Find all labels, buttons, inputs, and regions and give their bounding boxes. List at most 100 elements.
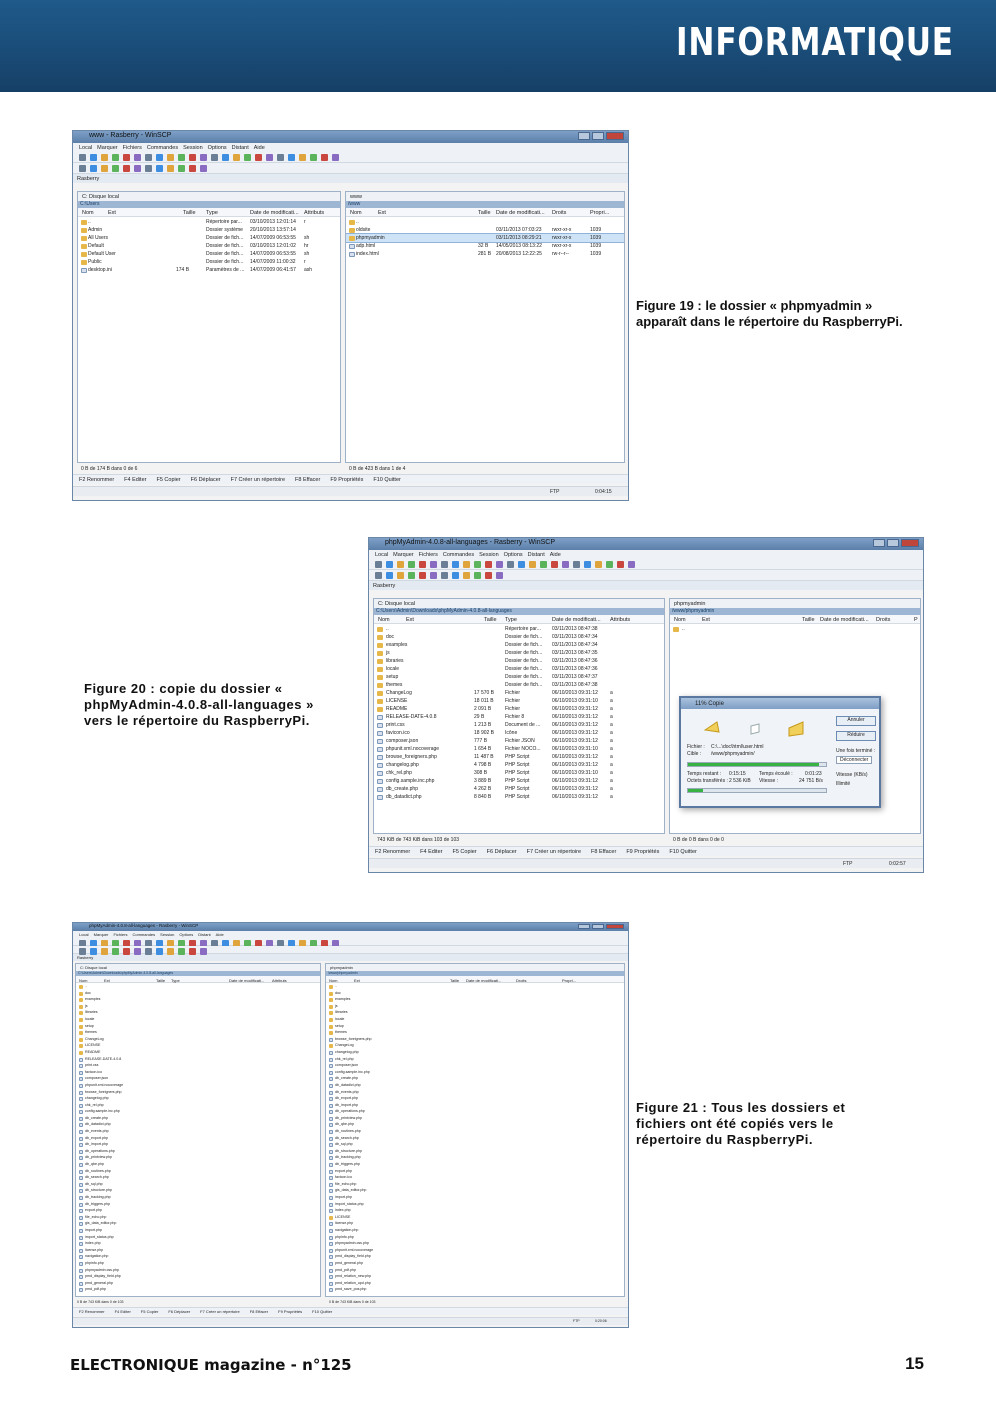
file-row[interactable]: config.sample.inc.php	[76, 1109, 320, 1116]
file-row[interactable]: oldsite 03/11/2013 07:03:23 rwxr-xr-x 1039	[346, 226, 624, 234]
function-key-button[interactable]: F8 Effacer	[591, 849, 616, 855]
toolbar-button-icon[interactable]	[375, 572, 382, 579]
file-row[interactable]: phpinfo.php	[76, 1261, 320, 1268]
toolbar-button-icon[interactable]	[507, 561, 514, 568]
close-icon[interactable]	[606, 132, 624, 140]
toolbar-button-icon[interactable]	[562, 561, 569, 568]
column-header[interactable]: Date de modificati...	[820, 617, 869, 623]
function-key-button[interactable]: F10 Quitter	[312, 1309, 332, 1314]
toolbar-button-icon[interactable]	[123, 948, 130, 955]
file-row[interactable]: index.php	[76, 1241, 320, 1248]
file-row[interactable]: doc	[326, 991, 624, 998]
toolbar-button-icon[interactable]	[386, 572, 393, 579]
function-key-button[interactable]: F7 Créer un répertoire	[200, 1309, 240, 1314]
toolbar-button-icon[interactable]	[518, 561, 525, 568]
function-key-button[interactable]: F4 Editer	[420, 849, 442, 855]
column-header[interactable]: Attributs	[610, 617, 630, 623]
file-row[interactable]: locale	[76, 1017, 320, 1024]
file-row[interactable]: composer.json	[76, 1076, 320, 1083]
column-header[interactable]: Nom	[378, 617, 390, 623]
file-row[interactable]: index.html 281 B 20/08/2013 12:22:25 rw-r--…	[346, 250, 624, 258]
column-header[interactable]: Ext	[354, 978, 360, 983]
file-row[interactable]: phpinfo.php	[326, 1235, 624, 1242]
toolbar-button-icon[interactable]	[529, 561, 536, 568]
file-row[interactable]: favicon.ico	[76, 1070, 320, 1077]
file-row[interactable]: composer.json	[326, 1063, 624, 1070]
menu-item-fichiers[interactable]: Fichiers	[113, 932, 127, 937]
file-row[interactable]: db_sql.php	[326, 1142, 624, 1149]
toolbar-button-icon[interactable]	[430, 561, 437, 568]
toolbar-button-icon[interactable]	[233, 154, 240, 161]
file-row[interactable]: pmd_general.php	[76, 1281, 320, 1288]
file-row[interactable]: gis_data_editor.php	[76, 1221, 320, 1228]
speed-limit-value[interactable]: Illimité	[836, 781, 850, 787]
file-row[interactable]: db_events.php	[76, 1129, 320, 1136]
column-header[interactable]: Date de modificati...	[466, 978, 501, 983]
file-row[interactable]: gis_data_editor.php	[326, 1188, 624, 1195]
toolbar-button-icon[interactable]	[189, 948, 196, 955]
function-key-button[interactable]: F5 Copier	[141, 1309, 159, 1314]
toolbar-button-icon[interactable]	[573, 561, 580, 568]
column-header[interactable]: Type	[171, 978, 180, 983]
file-row[interactable]: LICENSE	[76, 1043, 320, 1050]
menu-item-marquer[interactable]: Marquer	[393, 552, 413, 558]
toolbar-button-icon[interactable]	[112, 948, 119, 955]
file-row[interactable]: phpunit.xml.nocoverage 1 654 B Fichier NOC…	[374, 745, 664, 753]
function-key-button[interactable]: F4 Editer	[124, 477, 146, 483]
toolbar-button-icon[interactable]	[452, 561, 459, 568]
file-row[interactable]: pmd_display_field.php	[326, 1254, 624, 1261]
toolbar-button-icon[interactable]	[90, 948, 97, 955]
file-row[interactable]: setup	[326, 1024, 624, 1031]
file-row[interactable]: pmd_pdf.php	[326, 1268, 624, 1275]
toolbar-button-icon[interactable]	[90, 154, 97, 161]
file-row[interactable]: file_echo.php	[326, 1182, 624, 1189]
menu-item-options[interactable]: Options	[208, 145, 227, 151]
file-row[interactable]: LICENSE 18 011 B Fichier 06/10/2013 09:31:1…	[374, 697, 664, 705]
menu-item-distant[interactable]: Distant	[528, 552, 545, 558]
column-header[interactable]: Ext	[108, 210, 116, 216]
file-row[interactable]: chk_rel.php 308 B PHP Script 06/10/2013 09:…	[374, 769, 664, 777]
toolbar-button-icon[interactable]	[463, 561, 470, 568]
file-row[interactable]: changelog.php 4 798 B PHP Script 06/10/2013…	[374, 761, 664, 769]
toolbar-button-icon[interactable]	[145, 948, 152, 955]
file-row[interactable]: browse_foreigners.php 11 487 B PHP Script 0…	[374, 753, 664, 761]
file-row[interactable]: index.php	[326, 1208, 624, 1215]
toolbar-button-icon[interactable]	[584, 561, 591, 568]
toolbar-button-icon[interactable]	[200, 154, 207, 161]
toolbar-button-icon[interactable]	[386, 561, 393, 568]
file-row[interactable]: export.php	[326, 1169, 624, 1176]
left-address-bar[interactable]: C: Disque local	[76, 964, 320, 971]
function-key-button[interactable]: F7 Créer un répertoire	[231, 477, 285, 483]
function-key-button[interactable]: F8 Effacer	[295, 477, 320, 483]
toolbar-button-icon[interactable]	[101, 154, 108, 161]
column-header[interactable]: Attributs	[272, 978, 287, 983]
column-header[interactable]: Type	[505, 617, 517, 623]
file-row[interactable]: db_search.php	[326, 1136, 624, 1143]
toolbar-button-icon[interactable]	[211, 154, 218, 161]
menu-item-session[interactable]: Session	[479, 552, 499, 558]
column-header[interactable]: Date de modificati...	[552, 617, 601, 623]
column-header[interactable]: Propri...	[562, 978, 576, 983]
file-row[interactable]: Admin Dossier système 20/10/2013 13:57:14	[78, 226, 340, 234]
column-header[interactable]: Nom	[674, 617, 686, 623]
file-row[interactable]: db_create.php	[76, 1116, 320, 1123]
file-row[interactable]: db_create.php	[326, 1076, 624, 1083]
drive-select[interactable]: C: Disque local	[80, 965, 107, 970]
toolbar-button-icon[interactable]	[277, 154, 284, 161]
dialog-title[interactable]: 11% Copie	[681, 698, 879, 709]
file-row[interactable]: db_routines.php	[326, 1129, 624, 1136]
file-row[interactable]: chk_rel.php	[326, 1057, 624, 1064]
toolbar-button-icon[interactable]	[101, 948, 108, 955]
toolbar-button-icon[interactable]	[79, 165, 86, 172]
column-header[interactable]: Ext	[702, 617, 710, 623]
toolbar-button-icon[interactable]	[200, 165, 207, 172]
file-row[interactable]: ChangeLog 17 570 B Fichier 06/10/2013 09:31…	[374, 689, 664, 697]
file-row[interactable]: examples	[76, 997, 320, 1004]
file-row[interactable]: locale	[326, 1017, 624, 1024]
file-row[interactable]: libraries	[326, 1010, 624, 1017]
file-row[interactable]: libraries Dossier de fich... 03/11/2013 08…	[374, 657, 664, 665]
column-header[interactable]: Ext	[378, 210, 386, 216]
menu-item-aide[interactable]: Aide	[254, 145, 265, 151]
toolbar-button-icon[interactable]	[189, 154, 196, 161]
toolbar-button-icon[interactable]	[178, 948, 185, 955]
